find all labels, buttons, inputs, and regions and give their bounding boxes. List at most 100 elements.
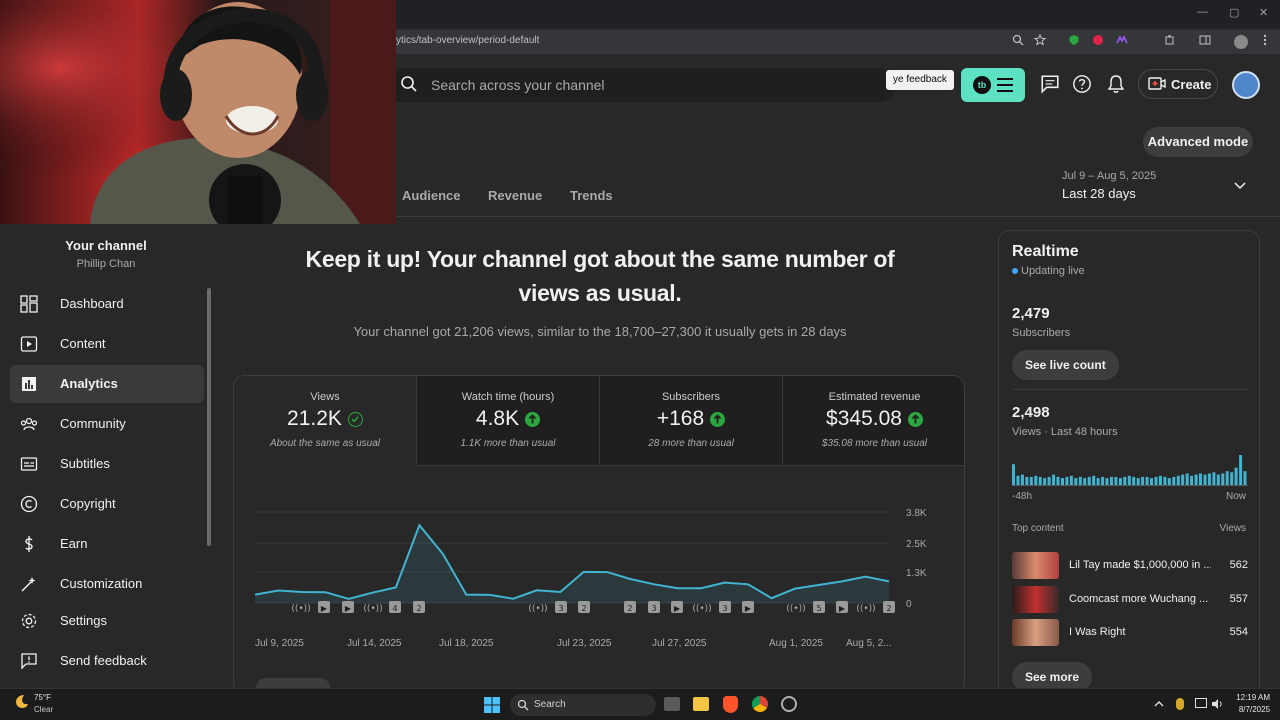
minimize-button[interactable]: —: [1197, 6, 1208, 18]
volume-icon[interactable]: [1211, 698, 1223, 710]
windows-taskbar: 75°F Clear Search 12:19 AM 8/7/2025: [0, 688, 1280, 720]
spark-bar: [1074, 478, 1078, 485]
tubebuddy-button[interactable]: tb: [961, 68, 1025, 102]
spark-bar: [1029, 476, 1033, 485]
network-icon[interactable]: [1195, 698, 1207, 708]
taskbar-search[interactable]: Search: [510, 694, 656, 716]
account-avatar[interactable]: [1232, 71, 1260, 99]
clock[interactable]: 12:19 AM 8/7/2025: [1230, 692, 1270, 716]
community-icon: [20, 417, 38, 431]
copyright-icon: [20, 495, 38, 513]
video-thumbnail: [1012, 586, 1059, 613]
x-tick-label: Jul 27, 2025: [652, 638, 707, 649]
spark-start-label: -48h: [1012, 491, 1033, 502]
sidebar-item-analytics[interactable]: Analytics: [10, 365, 204, 403]
task-view-icon[interactable]: [664, 697, 680, 711]
sidebar-item-send-feedback[interactable]: Send feedback: [10, 642, 204, 680]
tab-trends[interactable]: Trends: [570, 188, 613, 203]
search-input[interactable]: Search across your channel: [390, 68, 896, 102]
profile-avatar[interactable]: [1234, 35, 1248, 49]
create-label: Create: [1171, 77, 1212, 92]
red-extension-icon[interactable]: [1092, 34, 1104, 46]
sidebar-item-subtitles[interactable]: Subtitles: [10, 445, 204, 483]
subscribers-value: 2,479: [1012, 305, 1050, 322]
sidebar-item-dashboard[interactable]: Dashboard: [10, 285, 204, 323]
spark-bar: [1043, 478, 1047, 485]
zoom-icon[interactable]: [1012, 34, 1024, 46]
more-menu-icon[interactable]: [1262, 34, 1268, 46]
close-window-button[interactable]: ✕: [1259, 6, 1268, 19]
windows-start-icon[interactable]: [484, 697, 500, 713]
content-icon: [20, 336, 38, 352]
moon-icon: [16, 695, 28, 708]
spark-bar: [1212, 472, 1216, 485]
spark-bar: [1194, 474, 1198, 485]
metric-watch-time[interactable]: Watch time (hours) 4.8K 1.1K more than u…: [417, 376, 600, 466]
notifications-bell-icon[interactable]: [1106, 74, 1126, 94]
sidebar-item-earn[interactable]: Earn: [10, 525, 204, 563]
chrome-icon[interactable]: [752, 696, 768, 712]
metric-subscribers[interactable]: Subscribers +168 28 more than usual: [600, 376, 783, 466]
app-icon[interactable]: [781, 696, 797, 712]
comments-icon[interactable]: [1040, 74, 1060, 94]
realtime-divider: [1012, 389, 1248, 390]
realtime-card: Realtime Updating live 2,479 Subscribers…: [998, 230, 1260, 700]
top-content-row[interactable]: Coomcast more Wuchang ... 557: [1012, 586, 1248, 614]
check-circle-icon: [347, 411, 363, 427]
analytics-icon: [22, 377, 36, 391]
video-views: 554: [1229, 626, 1248, 638]
microphone-icon[interactable]: [1176, 698, 1184, 710]
puzzle-extensions-icon[interactable]: [1164, 34, 1176, 46]
metric-views[interactable]: Views 21.2K About the same as usual: [234, 376, 417, 466]
top-content-row[interactable]: Lil Tay made $1,000,000 in ... 562: [1012, 552, 1248, 580]
period-selector[interactable]: Jul 9 – Aug 5, 2025 Last 28 days: [1062, 170, 1156, 201]
see-live-count-button[interactable]: See live count: [1012, 350, 1119, 380]
chevron-up-icon[interactable]: [1154, 700, 1164, 708]
sidebar-item-community[interactable]: Community: [10, 405, 204, 443]
y-tick-label: 0: [906, 599, 912, 610]
maximize-button[interactable]: ▢: [1229, 6, 1239, 19]
search-icon: [517, 699, 529, 711]
weather-widget[interactable]: 75°F Clear: [14, 693, 53, 714]
sidebar-scrollbar[interactable]: [207, 288, 211, 546]
spark-bar: [1065, 476, 1069, 485]
address-bar[interactable]: ytics/tab-overview/period-default: [390, 30, 1280, 54]
sidebar-item-settings[interactable]: Settings: [10, 602, 204, 640]
video-views: 562: [1229, 559, 1248, 571]
spark-bar: [1230, 472, 1234, 485]
spark-bar: [1123, 476, 1127, 485]
advanced-mode-button[interactable]: Advanced mode: [1143, 127, 1253, 157]
views-value: 2,498: [1012, 404, 1050, 421]
clock-time: 12:19 AM: [1236, 693, 1270, 702]
video-plus-icon: [1148, 77, 1166, 90]
side-panel-icon[interactable]: [1199, 34, 1211, 46]
bookmark-star-icon[interactable]: [1034, 34, 1046, 46]
shield-extension-icon[interactable]: [1068, 34, 1080, 46]
file-explorer-icon[interactable]: [693, 697, 709, 711]
top-content-views-header: Views: [1219, 523, 1247, 534]
help-icon[interactable]: [1072, 74, 1092, 94]
spark-bar: [1105, 478, 1109, 485]
feedback-tooltip[interactable]: ye feedback: [886, 70, 954, 90]
sidebar-item-content[interactable]: Content: [10, 325, 204, 363]
search-placeholder: Search across your channel: [431, 77, 605, 93]
spark-bar: [1016, 475, 1020, 485]
sidebar-item-label: Copyright: [60, 496, 116, 511]
create-button[interactable]: Create: [1138, 69, 1218, 99]
spark-bar: [1185, 473, 1189, 485]
sidebar-item-customization[interactable]: Customization: [10, 565, 204, 603]
sidebar-item-copyright[interactable]: Copyright: [10, 485, 204, 523]
metric-revenue[interactable]: Estimated revenue $345.08 $35.08 more th…: [783, 376, 964, 466]
annotation-marker-label: 2: [581, 604, 586, 613]
tab-revenue[interactable]: Revenue: [488, 188, 542, 203]
video-title: Coomcast more Wuchang ...: [1069, 593, 1209, 605]
studio-sidebar: Your channel Phillip Chan Dashboard Cont…: [0, 224, 216, 688]
search-icon: [401, 76, 417, 92]
settings-icon: [21, 613, 37, 629]
tab-audience[interactable]: Audience: [402, 188, 461, 203]
annotation-marker-label: 4: [392, 604, 397, 613]
chevron-down-icon[interactable]: [1233, 181, 1247, 191]
brave-browser-icon[interactable]: [723, 696, 738, 713]
top-content-row[interactable]: I Was Right 554: [1012, 619, 1248, 647]
purple-extension-icon[interactable]: [1116, 34, 1128, 46]
